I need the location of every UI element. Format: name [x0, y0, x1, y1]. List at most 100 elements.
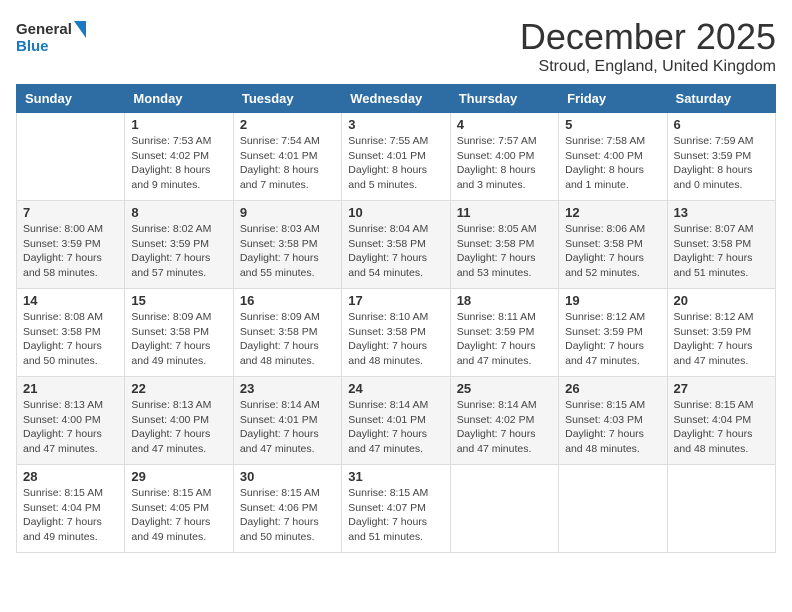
- day-cell: 22 Sunrise: 8:13 AM Sunset: 4:00 PM Dayl…: [125, 377, 233, 465]
- month-title: December 2025: [520, 16, 776, 58]
- day-cell: 21 Sunrise: 8:13 AM Sunset: 4:00 PM Dayl…: [17, 377, 125, 465]
- week-row-1: 1 Sunrise: 7:53 AM Sunset: 4:02 PM Dayli…: [17, 113, 776, 201]
- day-number: 19: [565, 293, 660, 308]
- day-info: Sunrise: 8:15 AM Sunset: 4:06 PM Dayligh…: [240, 486, 335, 545]
- day-number: 28: [23, 469, 118, 484]
- day-cell: 20 Sunrise: 8:12 AM Sunset: 3:59 PM Dayl…: [667, 289, 775, 377]
- day-number: 21: [23, 381, 118, 396]
- day-cell: [450, 465, 558, 553]
- day-number: 18: [457, 293, 552, 308]
- day-number: 11: [457, 205, 552, 220]
- day-cell: 15 Sunrise: 8:09 AM Sunset: 3:58 PM Dayl…: [125, 289, 233, 377]
- day-number: 1: [131, 117, 226, 132]
- day-number: 4: [457, 117, 552, 132]
- day-info: Sunrise: 8:03 AM Sunset: 3:58 PM Dayligh…: [240, 222, 335, 281]
- day-info: Sunrise: 8:05 AM Sunset: 3:58 PM Dayligh…: [457, 222, 552, 281]
- svg-text:General: General: [16, 21, 72, 38]
- weekday-header-thursday: Thursday: [450, 85, 558, 113]
- day-number: 23: [240, 381, 335, 396]
- day-info: Sunrise: 7:58 AM Sunset: 4:00 PM Dayligh…: [565, 134, 660, 193]
- day-info: Sunrise: 8:08 AM Sunset: 3:58 PM Dayligh…: [23, 310, 118, 369]
- day-cell: 9 Sunrise: 8:03 AM Sunset: 3:58 PM Dayli…: [233, 201, 341, 289]
- page-header: General Blue December 2025 Stroud, Engla…: [16, 16, 776, 76]
- day-cell: 14 Sunrise: 8:08 AM Sunset: 3:58 PM Dayl…: [17, 289, 125, 377]
- day-cell: 29 Sunrise: 8:15 AM Sunset: 4:05 PM Dayl…: [125, 465, 233, 553]
- day-number: 24: [348, 381, 443, 396]
- day-number: 20: [674, 293, 769, 308]
- day-cell: 25 Sunrise: 8:14 AM Sunset: 4:02 PM Dayl…: [450, 377, 558, 465]
- day-info: Sunrise: 8:09 AM Sunset: 3:58 PM Dayligh…: [240, 310, 335, 369]
- day-cell: 26 Sunrise: 8:15 AM Sunset: 4:03 PM Dayl…: [559, 377, 667, 465]
- day-cell: [559, 465, 667, 553]
- day-cell: 28 Sunrise: 8:15 AM Sunset: 4:04 PM Dayl…: [17, 465, 125, 553]
- location: Stroud, England, United Kingdom: [520, 58, 776, 76]
- day-number: 27: [674, 381, 769, 396]
- day-cell: 11 Sunrise: 8:05 AM Sunset: 3:58 PM Dayl…: [450, 201, 558, 289]
- day-number: 25: [457, 381, 552, 396]
- day-info: Sunrise: 8:04 AM Sunset: 3:58 PM Dayligh…: [348, 222, 443, 281]
- week-row-2: 7 Sunrise: 8:00 AM Sunset: 3:59 PM Dayli…: [17, 201, 776, 289]
- day-number: 5: [565, 117, 660, 132]
- day-number: 3: [348, 117, 443, 132]
- day-cell: 2 Sunrise: 7:54 AM Sunset: 4:01 PM Dayli…: [233, 113, 341, 201]
- day-info: Sunrise: 7:55 AM Sunset: 4:01 PM Dayligh…: [348, 134, 443, 193]
- day-number: 29: [131, 469, 226, 484]
- day-info: Sunrise: 8:06 AM Sunset: 3:58 PM Dayligh…: [565, 222, 660, 281]
- day-number: 30: [240, 469, 335, 484]
- day-info: Sunrise: 8:11 AM Sunset: 3:59 PM Dayligh…: [457, 310, 552, 369]
- day-number: 13: [674, 205, 769, 220]
- day-number: 8: [131, 205, 226, 220]
- day-cell: 10 Sunrise: 8:04 AM Sunset: 3:58 PM Dayl…: [342, 201, 450, 289]
- day-info: Sunrise: 8:13 AM Sunset: 4:00 PM Dayligh…: [23, 398, 118, 457]
- svg-text:Blue: Blue: [16, 38, 49, 55]
- day-number: 9: [240, 205, 335, 220]
- logo-icon: General Blue: [16, 16, 86, 60]
- day-number: 12: [565, 205, 660, 220]
- weekday-header-row: SundayMondayTuesdayWednesdayThursdayFrid…: [17, 85, 776, 113]
- weekday-header-wednesday: Wednesday: [342, 85, 450, 113]
- day-info: Sunrise: 7:54 AM Sunset: 4:01 PM Dayligh…: [240, 134, 335, 193]
- weekday-header-friday: Friday: [559, 85, 667, 113]
- day-cell: 27 Sunrise: 8:15 AM Sunset: 4:04 PM Dayl…: [667, 377, 775, 465]
- weekday-header-tuesday: Tuesday: [233, 85, 341, 113]
- day-cell: 13 Sunrise: 8:07 AM Sunset: 3:58 PM Dayl…: [667, 201, 775, 289]
- day-number: 26: [565, 381, 660, 396]
- day-info: Sunrise: 8:00 AM Sunset: 3:59 PM Dayligh…: [23, 222, 118, 281]
- day-number: 16: [240, 293, 335, 308]
- week-row-3: 14 Sunrise: 8:08 AM Sunset: 3:58 PM Dayl…: [17, 289, 776, 377]
- day-number: 14: [23, 293, 118, 308]
- day-info: Sunrise: 8:13 AM Sunset: 4:00 PM Dayligh…: [131, 398, 226, 457]
- day-info: Sunrise: 7:53 AM Sunset: 4:02 PM Dayligh…: [131, 134, 226, 193]
- day-info: Sunrise: 8:10 AM Sunset: 3:58 PM Dayligh…: [348, 310, 443, 369]
- day-cell: 4 Sunrise: 7:57 AM Sunset: 4:00 PM Dayli…: [450, 113, 558, 201]
- day-cell: 1 Sunrise: 7:53 AM Sunset: 4:02 PM Dayli…: [125, 113, 233, 201]
- day-cell: 31 Sunrise: 8:15 AM Sunset: 4:07 PM Dayl…: [342, 465, 450, 553]
- day-number: 22: [131, 381, 226, 396]
- day-info: Sunrise: 8:14 AM Sunset: 4:01 PM Dayligh…: [348, 398, 443, 457]
- day-cell: 5 Sunrise: 7:58 AM Sunset: 4:00 PM Dayli…: [559, 113, 667, 201]
- logo: General Blue: [16, 16, 86, 60]
- weekday-header-saturday: Saturday: [667, 85, 775, 113]
- day-cell: 23 Sunrise: 8:14 AM Sunset: 4:01 PM Dayl…: [233, 377, 341, 465]
- day-number: 2: [240, 117, 335, 132]
- day-info: Sunrise: 8:15 AM Sunset: 4:07 PM Dayligh…: [348, 486, 443, 545]
- day-cell: [17, 113, 125, 201]
- day-cell: 18 Sunrise: 8:11 AM Sunset: 3:59 PM Dayl…: [450, 289, 558, 377]
- day-info: Sunrise: 8:14 AM Sunset: 4:01 PM Dayligh…: [240, 398, 335, 457]
- day-info: Sunrise: 8:12 AM Sunset: 3:59 PM Dayligh…: [565, 310, 660, 369]
- day-cell: 17 Sunrise: 8:10 AM Sunset: 3:58 PM Dayl…: [342, 289, 450, 377]
- day-number: 10: [348, 205, 443, 220]
- title-area: December 2025 Stroud, England, United Ki…: [520, 16, 776, 76]
- day-info: Sunrise: 8:07 AM Sunset: 3:58 PM Dayligh…: [674, 222, 769, 281]
- weekday-header-monday: Monday: [125, 85, 233, 113]
- day-number: 15: [131, 293, 226, 308]
- day-info: Sunrise: 8:09 AM Sunset: 3:58 PM Dayligh…: [131, 310, 226, 369]
- day-number: 7: [23, 205, 118, 220]
- weekday-header-sunday: Sunday: [17, 85, 125, 113]
- week-row-4: 21 Sunrise: 8:13 AM Sunset: 4:00 PM Dayl…: [17, 377, 776, 465]
- day-cell: 7 Sunrise: 8:00 AM Sunset: 3:59 PM Dayli…: [17, 201, 125, 289]
- day-cell: 30 Sunrise: 8:15 AM Sunset: 4:06 PM Dayl…: [233, 465, 341, 553]
- day-info: Sunrise: 8:15 AM Sunset: 4:03 PM Dayligh…: [565, 398, 660, 457]
- day-cell: 6 Sunrise: 7:59 AM Sunset: 3:59 PM Dayli…: [667, 113, 775, 201]
- day-info: Sunrise: 8:14 AM Sunset: 4:02 PM Dayligh…: [457, 398, 552, 457]
